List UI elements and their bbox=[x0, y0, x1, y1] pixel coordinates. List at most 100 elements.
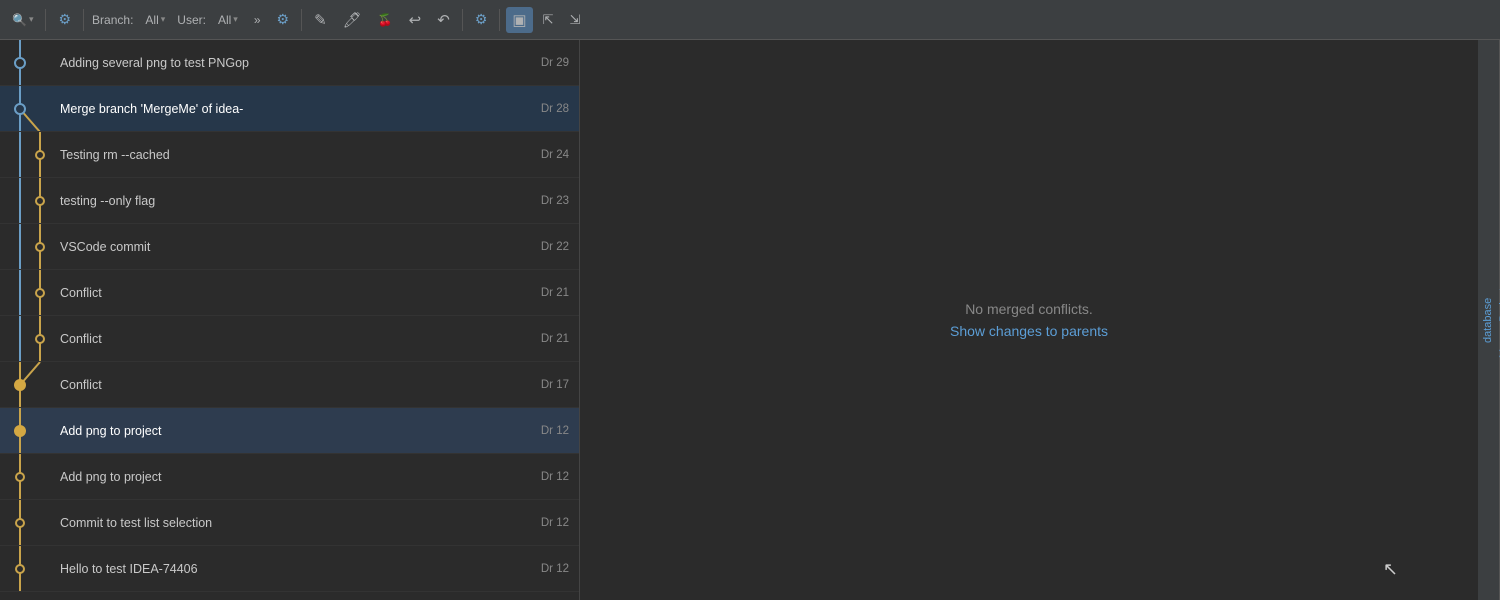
settings-icon: ⚙ bbox=[277, 11, 290, 28]
commit-hash: Dr 12 bbox=[510, 425, 575, 437]
graph-svg bbox=[0, 270, 60, 315]
more-options-button[interactable]: » bbox=[248, 7, 267, 33]
commit-hash: Dr 21 bbox=[510, 287, 575, 299]
revert-button[interactable]: ↩ bbox=[403, 7, 428, 33]
table-row[interactable]: Testing rm --cached Dr 24 bbox=[0, 132, 579, 178]
separator-2 bbox=[83, 9, 84, 31]
separator-1 bbox=[45, 9, 46, 31]
no-conflicts-label: No merged conflicts. bbox=[965, 301, 1093, 317]
commit-info: Hello to test IDEA-74406 bbox=[60, 562, 510, 576]
commit-subject: Add png to project bbox=[60, 424, 506, 438]
graph-svg bbox=[0, 408, 60, 453]
graph-col bbox=[0, 224, 60, 269]
user-selector[interactable]: All ▾ bbox=[212, 7, 244, 33]
graph-svg bbox=[0, 500, 60, 545]
graph-svg bbox=[0, 316, 60, 361]
table-row[interactable]: Commit to test list selection Dr 12 bbox=[0, 500, 579, 546]
table-row[interactable]: VSCode commit Dr 22 bbox=[0, 224, 579, 270]
cherry-icon: 🍒 bbox=[378, 13, 393, 27]
search-icon: 🔍 bbox=[12, 13, 27, 27]
graph-col bbox=[0, 86, 60, 131]
commit-list-panel: Adding several png to test PNGop Dr 29 bbox=[0, 40, 580, 600]
graph-col bbox=[0, 500, 60, 545]
collapse-icon: ⇱ bbox=[543, 12, 554, 28]
separator-5 bbox=[499, 9, 500, 31]
commit-info: Conflict bbox=[60, 332, 510, 346]
user-label: User: bbox=[177, 13, 206, 27]
commit-hash: Dr 12 bbox=[510, 563, 575, 575]
table-row[interactable]: Conflict Dr 21 bbox=[0, 270, 579, 316]
table-row[interactable]: Hello to test IDEA-74406 Dr 12 bbox=[0, 546, 579, 592]
commit-info: Conflict bbox=[60, 378, 510, 392]
commit-subject: Commit to test list selection bbox=[60, 516, 506, 530]
table-row[interactable]: Conflict Dr 21 bbox=[0, 316, 579, 362]
branch-value: All bbox=[145, 13, 158, 27]
commit-info: Testing rm --cached bbox=[60, 148, 510, 162]
table-row[interactable]: Add png to project Dr 12 bbox=[0, 408, 579, 454]
table-row[interactable]: Adding several png to test PNGop Dr 29 bbox=[0, 40, 579, 86]
settings2-button[interactable]: ⚙ bbox=[469, 7, 494, 33]
side-tab-database[interactable]: database bbox=[1482, 297, 1494, 342]
commit-info: Add png to project bbox=[60, 470, 510, 484]
commit-subject: Testing rm --cached bbox=[60, 148, 506, 162]
more-icon: » bbox=[254, 13, 261, 27]
show-changes-link[interactable]: Show changes to parents bbox=[950, 323, 1108, 339]
commit-icon: ✎ bbox=[314, 11, 327, 29]
commit-hash: Dr 28 bbox=[510, 103, 575, 115]
settings-button[interactable]: ⚙ bbox=[271, 7, 296, 33]
graph-svg bbox=[0, 178, 60, 223]
amend-icon: 🖊 bbox=[343, 11, 362, 29]
table-row[interactable]: Merge branch 'MergeMe' of idea- Dr 28 bbox=[0, 86, 579, 132]
cherry-pick-button[interactable]: 🍒 bbox=[372, 7, 399, 33]
table-row[interactable]: testing --only flag Dr 23 bbox=[0, 178, 579, 224]
table-row[interactable]: Add png to project Dr 12 bbox=[0, 454, 579, 500]
graph-svg bbox=[0, 362, 60, 407]
cursor: ↖ bbox=[1383, 559, 1398, 580]
search-button[interactable]: 🔍 ▾ bbox=[6, 7, 39, 33]
commit-subject: testing --only flag bbox=[60, 194, 506, 208]
commit-info: Conflict bbox=[60, 286, 510, 300]
commit-button[interactable]: ✎ bbox=[308, 7, 333, 33]
view-icon: ▣ bbox=[512, 11, 526, 29]
graph-col bbox=[0, 316, 60, 361]
view-button[interactable]: ▣ bbox=[506, 7, 532, 33]
separator-3 bbox=[301, 9, 302, 31]
branch-selector[interactable]: All ▾ bbox=[139, 7, 171, 33]
commit-hash: Dr 17 bbox=[510, 379, 575, 391]
search-dropdown-arrow: ▾ bbox=[29, 14, 34, 25]
commit-list[interactable]: Adding several png to test PNGop Dr 29 bbox=[0, 40, 579, 600]
commit-subject: Conflict bbox=[60, 378, 506, 392]
settings2-icon: ⚙ bbox=[475, 11, 488, 28]
table-row[interactable]: Conflict Dr 17 bbox=[0, 362, 579, 408]
commit-subject: Add png to project bbox=[60, 470, 506, 484]
graph-svg bbox=[0, 40, 60, 85]
collapse-button[interactable]: ⇱ bbox=[537, 7, 560, 33]
expand-button[interactable]: ⇲ bbox=[563, 7, 586, 33]
right-panel: No merged conflicts. Show changes to par… bbox=[580, 40, 1478, 600]
branch-label: Branch: bbox=[92, 13, 133, 27]
graph-svg bbox=[0, 454, 60, 499]
commit-info: VSCode commit bbox=[60, 240, 510, 254]
commit-subject: VSCode commit bbox=[60, 240, 506, 254]
commit-info: testing --only flag bbox=[60, 194, 510, 208]
graph-col bbox=[0, 270, 60, 315]
graph-col bbox=[0, 546, 60, 591]
commit-hash: Dr 22 bbox=[510, 241, 575, 253]
graph-col bbox=[0, 132, 60, 177]
undo-button[interactable]: ↶ bbox=[431, 7, 456, 33]
commit-hash: Dr 23 bbox=[510, 195, 575, 207]
undo-icon: ↶ bbox=[437, 11, 450, 29]
graph-col bbox=[0, 178, 60, 223]
commit-info: Commit to test list selection bbox=[60, 516, 510, 530]
commit-subject: Conflict bbox=[60, 332, 506, 346]
graph-svg bbox=[0, 224, 60, 269]
refresh-button[interactable]: ⚙ bbox=[52, 7, 77, 33]
amend-button[interactable]: 🖊 bbox=[337, 7, 368, 33]
gear-icon: ⚙ bbox=[58, 11, 71, 28]
graph-col bbox=[0, 40, 60, 85]
graph-col bbox=[0, 408, 60, 453]
commit-subject: Merge branch 'MergeMe' of idea- bbox=[60, 102, 506, 116]
side-tab-panel[interactable]: database Maven Projects bbox=[1478, 40, 1500, 600]
branch-dropdown-arrow: ▾ bbox=[161, 14, 166, 25]
graph-col bbox=[0, 454, 60, 499]
